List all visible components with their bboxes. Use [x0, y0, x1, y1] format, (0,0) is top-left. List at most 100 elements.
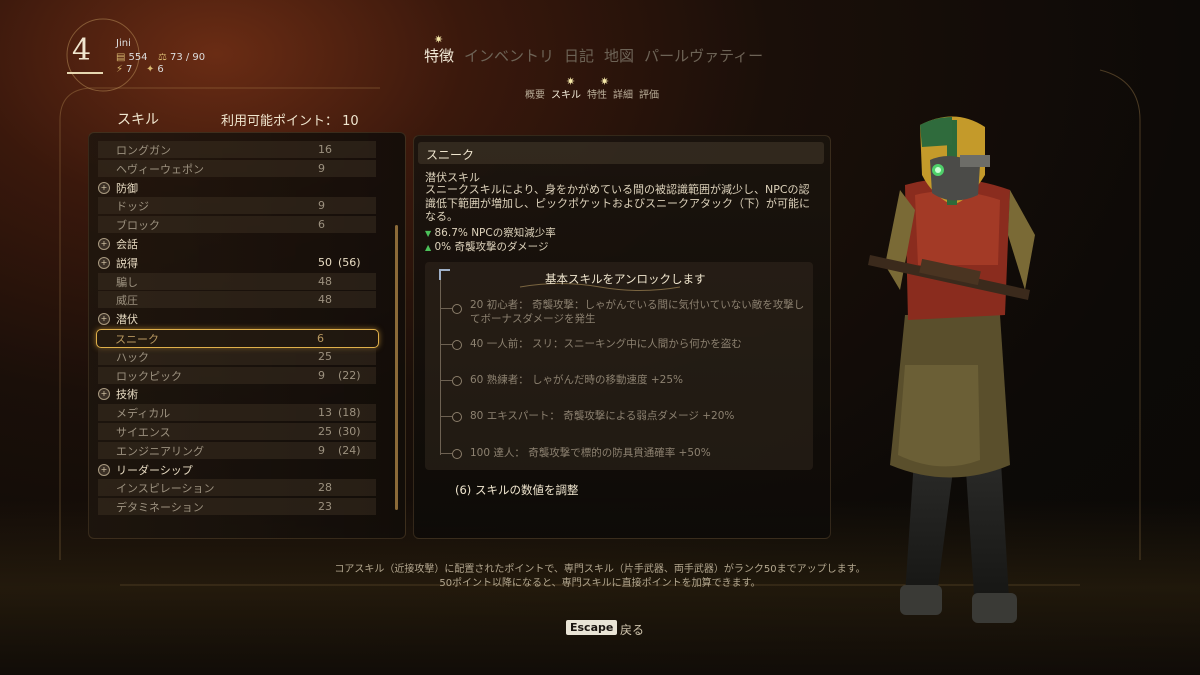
- skill-bonus: (22): [338, 369, 361, 382]
- skill-row[interactable]: ドッジ 9: [98, 197, 376, 214]
- xp-bar-fill: [67, 72, 103, 74]
- skill-value: 48: [318, 293, 332, 306]
- unlock-node-icon: [452, 304, 462, 314]
- skill-row[interactable]: ロックピック 9 (22): [98, 367, 376, 384]
- arrow-down-icon: ▼: [425, 229, 432, 238]
- skill-value: 9: [318, 369, 325, 382]
- subtab-details[interactable]: 詳細: [613, 86, 633, 101]
- skill-bonus: (18): [338, 406, 361, 419]
- skill-value: 25: [318, 350, 332, 363]
- skill-row[interactable]: インスピレーション 28: [98, 479, 376, 496]
- skill-name: 防御: [116, 181, 138, 195]
- skill-row[interactable]: サイエンス 25 (30): [98, 423, 376, 440]
- skill-detail-header: [418, 142, 824, 164]
- stat-a-icon: ⚡: [116, 64, 124, 75]
- unlock-tick: [440, 416, 452, 417]
- back-label[interactable]: 戻る: [620, 621, 644, 638]
- skill-category-row[interactable]: + 会話: [98, 235, 376, 252]
- skill-row[interactable]: スニーク 6: [96, 329, 379, 348]
- subtab-overview[interactable]: 概要: [525, 86, 545, 101]
- unlock-item: 80 エキスパート： 奇襲攻撃による弱点ダメージ +20%: [470, 410, 735, 422]
- skill-category-row[interactable]: + リーダーシップ: [98, 461, 376, 478]
- skill-category-row[interactable]: + 防御: [98, 179, 376, 196]
- skill-category-row[interactable]: + 説得 50 (56): [98, 254, 376, 271]
- skill-row[interactable]: メディカル 13 (18): [98, 404, 376, 421]
- skills-scrollbar[interactable]: [395, 225, 398, 510]
- skill-name: エンジニアリング: [116, 444, 204, 458]
- skill-value: 28: [318, 481, 332, 494]
- expand-icon[interactable]: +: [98, 237, 110, 250]
- unlock-item: 100 達人： 奇襲攻撃で標的の防具貫通確率 +50%: [470, 447, 711, 459]
- expand-icon[interactable]: +: [98, 312, 110, 325]
- skill-name: 騙し: [116, 275, 138, 289]
- tab-parvati[interactable]: パールヴァティー: [644, 45, 763, 66]
- skill-bonus: (30): [338, 425, 361, 438]
- adjust-skill-button[interactable]: (6) スキルの数値を調整: [455, 482, 578, 498]
- tab-inventory[interactable]: インベントリ: [464, 45, 554, 66]
- expand-icon[interactable]: +: [98, 387, 110, 400]
- bits-icon: ▤: [116, 52, 126, 63]
- unlock-node-icon: [452, 340, 462, 350]
- skill-category-row[interactable]: + 技術: [98, 385, 376, 402]
- escape-key-button[interactable]: Escape: [566, 620, 618, 635]
- skill-value: 9: [318, 162, 325, 175]
- unlock-item: 20 初心者： 奇襲攻撃：しゃがんでいる間に気付いていない敵を攻撃してボーナスダ…: [470, 299, 805, 325]
- unlock-box: [425, 262, 813, 470]
- skill-name: スニーク: [115, 332, 159, 346]
- subtab-perks[interactable]: 特性: [587, 86, 607, 101]
- unlock-tick: [440, 308, 452, 309]
- expand-icon[interactable]: +: [98, 256, 110, 269]
- skill-detail-title: スニーク: [426, 148, 475, 162]
- skill-value: 9: [318, 199, 325, 212]
- tab-journal[interactable]: 日記: [564, 45, 594, 66]
- bits-stat: ▤ 554: [116, 52, 148, 63]
- skill-name: ドッジ: [116, 199, 149, 213]
- skill-row[interactable]: ブロック 6: [98, 216, 376, 233]
- subtab-skills[interactable]: スキル: [551, 86, 581, 101]
- skill-name: ブロック: [116, 218, 160, 232]
- skill-row[interactable]: ロングガン 16: [98, 141, 376, 158]
- skill-name: サイエンス: [116, 425, 171, 439]
- skill-effect-2: ▲ 0% 奇襲攻撃のダメージ: [425, 239, 548, 254]
- tab-traits[interactable]: 特徴: [424, 45, 454, 66]
- expand-icon[interactable]: +: [98, 181, 110, 194]
- skill-effect-1: ▼ 86.7% NPCの察知減少率: [425, 225, 556, 240]
- progress-track: [440, 270, 453, 455]
- skill-bonus: (24): [338, 444, 361, 457]
- tab-map[interactable]: 地図: [604, 45, 634, 66]
- track-cap-icon: [439, 269, 450, 280]
- unlock-tick: [440, 453, 452, 454]
- skill-row[interactable]: 騙し 48: [98, 273, 376, 290]
- player-name: Jini: [116, 38, 131, 49]
- skill-name: ヘヴィーウェポン: [116, 162, 204, 176]
- stat-a-value: 7: [126, 64, 133, 75]
- skill-name: ロングガン: [116, 143, 171, 157]
- arrow-up-icon: ▲: [425, 243, 432, 252]
- bits-value: 554: [128, 52, 148, 63]
- skill-name: メディカル: [116, 406, 171, 420]
- stat-b-value: 6: [157, 64, 164, 75]
- skill-row[interactable]: 威圧 48: [98, 291, 376, 308]
- skill-name: 会話: [116, 237, 138, 251]
- unlock-node-icon: [452, 412, 462, 422]
- skill-name: 説得: [116, 256, 138, 270]
- points-label: 利用可能ポイント：: [221, 114, 339, 129]
- unlock-node-icon: [452, 449, 462, 459]
- effect-2-text: 0% 奇襲攻撃のダメージ: [434, 241, 549, 253]
- skill-bonus: (56): [338, 256, 361, 269]
- skill-value: 16: [318, 143, 332, 156]
- effect-1-text: 86.7% NPCの察知減少率: [434, 227, 556, 239]
- skill-category-row[interactable]: + 潜伏: [98, 310, 376, 327]
- stat-b: ✦ 6: [146, 64, 164, 75]
- skill-value: 9: [318, 444, 325, 457]
- expand-icon[interactable]: +: [98, 463, 110, 476]
- skill-row[interactable]: ヘヴィーウェポン 9: [98, 160, 376, 177]
- skill-row[interactable]: エンジニアリング 9 (24): [98, 442, 376, 459]
- skill-row[interactable]: デタミネーション 23: [98, 498, 376, 515]
- skill-row[interactable]: ハック 25: [98, 348, 376, 365]
- unlock-item: 60 熟練者： しゃがんだ時の移動速度 +25%: [470, 374, 684, 386]
- unlock-node-icon: [452, 376, 462, 386]
- weight-stat: ⚖ 73 / 90: [158, 52, 205, 63]
- skill-name: 技術: [116, 387, 138, 401]
- subtab-reputation[interactable]: 評価: [639, 86, 659, 101]
